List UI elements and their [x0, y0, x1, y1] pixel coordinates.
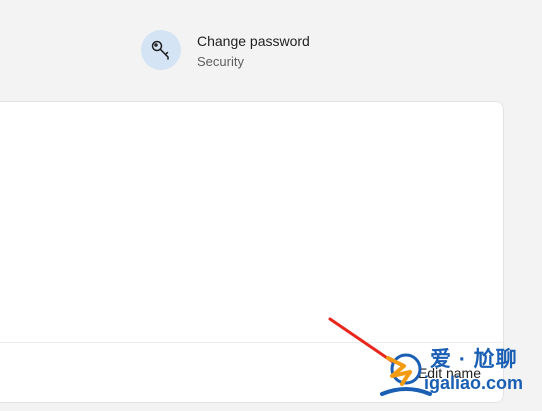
- watermark: 爱 · 尬聊 igaliao.com: [380, 340, 542, 402]
- change-password-title: Change password: [197, 33, 310, 49]
- change-password-subtitle: Security: [197, 54, 244, 69]
- key-icon-circle: [141, 30, 181, 70]
- change-password-link[interactable]: Change password Security: [141, 30, 361, 70]
- watermark-chinese-text: 爱 · 尬聊: [430, 348, 518, 371]
- key-icon: [151, 40, 169, 60]
- watermark-domain-text: igaliao.com: [424, 373, 524, 393]
